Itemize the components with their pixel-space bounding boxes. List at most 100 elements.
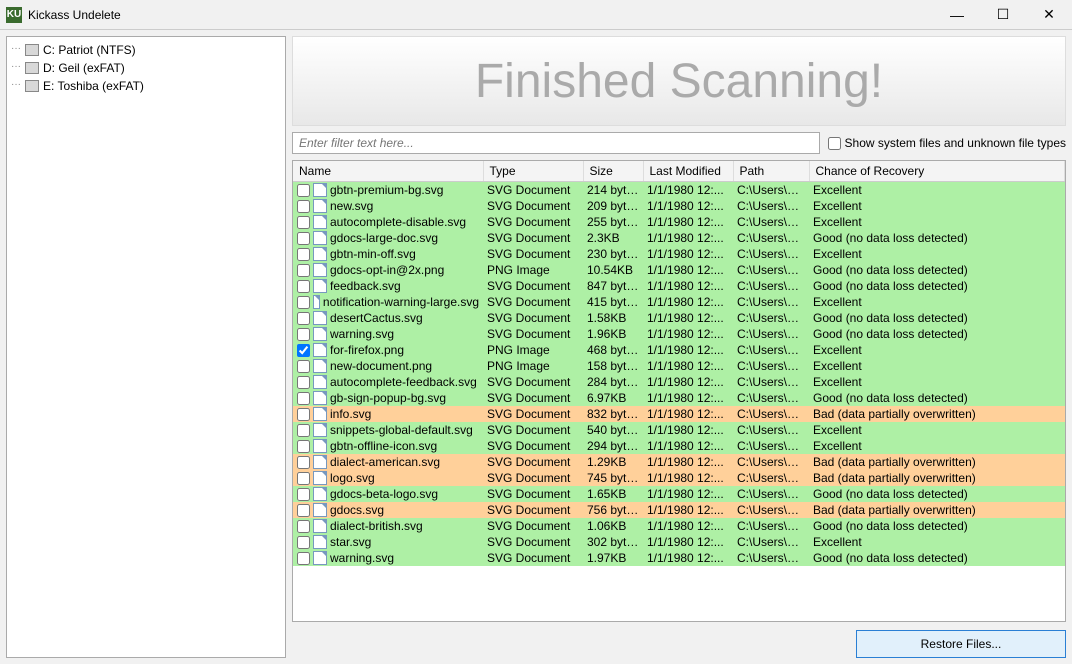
file-name: star.svg <box>330 535 371 549</box>
column-header-modified[interactable]: Last Modified <box>643 161 733 182</box>
filter-input[interactable] <box>292 132 820 154</box>
file-modified: 1/1/1980 12:... <box>643 550 733 566</box>
column-header-type[interactable]: Type <box>483 161 583 182</box>
file-recovery: Good (no data loss detected) <box>809 518 1065 534</box>
file-size: 415 bytes <box>583 294 643 310</box>
table-row[interactable]: gb-sign-popup-bg.svgSVG Document6.97KB1/… <box>293 390 1065 406</box>
table-row[interactable]: autocomplete-feedback.svgSVG Document284… <box>293 374 1065 390</box>
file-type: SVG Document <box>483 422 583 438</box>
row-checkbox[interactable] <box>297 264 310 277</box>
file-modified: 1/1/1980 12:... <box>643 182 733 199</box>
file-name: feedback.svg <box>330 279 401 293</box>
file-name: gbtn-min-off.svg <box>330 247 416 261</box>
table-row[interactable]: new.svgSVG Document209 bytes1/1/1980 12:… <box>293 198 1065 214</box>
show-system-files-option[interactable]: Show system files and unknown file types <box>828 136 1066 150</box>
column-header-path[interactable]: Path <box>733 161 809 182</box>
file-recovery: Good (no data loss detected) <box>809 310 1065 326</box>
file-name: gdocs-beta-logo.svg <box>330 487 438 501</box>
file-modified: 1/1/1980 12:... <box>643 230 733 246</box>
row-checkbox[interactable] <box>297 536 310 549</box>
row-checkbox[interactable] <box>297 520 310 533</box>
row-checkbox[interactable] <box>297 408 310 421</box>
file-recovery: Good (no data loss detected) <box>809 278 1065 294</box>
drive-item[interactable]: D: Geil (exFAT) <box>11 59 281 77</box>
table-row[interactable]: gbtn-offline-icon.svgSVG Document294 byt… <box>293 438 1065 454</box>
maximize-button[interactable]: ☐ <box>980 0 1026 29</box>
table-row[interactable]: warning.svgSVG Document1.97KB1/1/1980 12… <box>293 550 1065 566</box>
file-modified: 1/1/1980 12:... <box>643 294 733 310</box>
file-recovery: Excellent <box>809 246 1065 262</box>
row-checkbox[interactable] <box>297 456 310 469</box>
table-row[interactable]: autocomplete-disable.svgSVG Document255 … <box>293 214 1065 230</box>
row-checkbox[interactable] <box>297 328 310 341</box>
show-system-files-checkbox[interactable] <box>828 137 841 150</box>
file-size: 158 bytes <box>583 358 643 374</box>
file-type: SVG Document <box>483 390 583 406</box>
row-checkbox[interactable] <box>297 552 310 565</box>
file-modified: 1/1/1980 12:... <box>643 246 733 262</box>
column-header-recovery[interactable]: Chance of Recovery <box>809 161 1065 182</box>
table-row[interactable]: desertCactus.svgSVG Document1.58KB1/1/19… <box>293 310 1065 326</box>
table-row[interactable]: snippets-global-default.svgSVG Document5… <box>293 422 1065 438</box>
file-type: SVG Document <box>483 454 583 470</box>
banner-text: Finished Scanning! <box>475 54 883 109</box>
row-checkbox[interactable] <box>297 424 310 437</box>
table-row[interactable]: star.svgSVG Document302 bytes1/1/1980 12… <box>293 534 1065 550</box>
file-type: SVG Document <box>483 246 583 262</box>
table-row[interactable]: dialect-british.svgSVG Document1.06KB1/1… <box>293 518 1065 534</box>
table-row[interactable]: gbtn-premium-bg.svgSVG Document214 bytes… <box>293 182 1065 199</box>
minimize-button[interactable]: — <box>934 0 980 29</box>
row-checkbox[interactable] <box>297 200 310 213</box>
file-icon <box>313 535 327 549</box>
drive-item[interactable]: E: Toshiba (exFAT) <box>11 77 281 95</box>
restore-files-button[interactable]: Restore Files... <box>856 630 1066 658</box>
row-checkbox[interactable] <box>297 392 310 405</box>
row-checkbox[interactable] <box>297 504 310 517</box>
row-checkbox[interactable] <box>297 360 310 373</box>
file-type: SVG Document <box>483 486 583 502</box>
table-row[interactable]: notification-warning-large.svgSVG Docume… <box>293 294 1065 310</box>
table-row[interactable]: feedback.svgSVG Document847 bytes1/1/198… <box>293 278 1065 294</box>
table-row[interactable]: dialect-american.svgSVG Document1.29KB1/… <box>293 454 1065 470</box>
table-row[interactable]: gdocs.svgSVG Document756 bytes1/1/1980 1… <box>293 502 1065 518</box>
table-row[interactable]: warning.svgSVG Document1.96KB1/1/1980 12… <box>293 326 1065 342</box>
row-checkbox[interactable] <box>297 184 310 197</box>
file-table[interactable]: Name Type Size Last Modified Path Chance… <box>292 160 1066 622</box>
table-row[interactable]: gdocs-beta-logo.svgSVG Document1.65KB1/1… <box>293 486 1065 502</box>
row-checkbox[interactable] <box>297 232 310 245</box>
file-modified: 1/1/1980 12:... <box>643 438 733 454</box>
row-checkbox[interactable] <box>297 296 310 309</box>
table-row[interactable]: for-firefox.pngPNG Image468 bytes1/1/198… <box>293 342 1065 358</box>
file-recovery: Excellent <box>809 342 1065 358</box>
row-checkbox[interactable] <box>297 216 310 229</box>
file-modified: 1/1/1980 12:... <box>643 310 733 326</box>
file-type: SVG Document <box>483 550 583 566</box>
row-checkbox[interactable] <box>297 472 310 485</box>
file-icon <box>313 279 327 293</box>
column-header-size[interactable]: Size <box>583 161 643 182</box>
close-button[interactable]: ✕ <box>1026 0 1072 29</box>
file-name: warning.svg <box>330 551 394 565</box>
table-row[interactable]: gbtn-min-off.svgSVG Document230 bytes1/1… <box>293 246 1065 262</box>
column-header-name[interactable]: Name <box>293 161 483 182</box>
file-icon <box>313 375 327 389</box>
table-row[interactable]: logo.svgSVG Document745 bytes1/1/1980 12… <box>293 470 1065 486</box>
row-checkbox[interactable] <box>297 488 310 501</box>
table-row[interactable]: gdocs-large-doc.svgSVG Document2.3KB1/1/… <box>293 230 1065 246</box>
file-type: SVG Document <box>483 326 583 342</box>
table-row[interactable]: new-document.pngPNG Image158 bytes1/1/19… <box>293 358 1065 374</box>
row-checkbox[interactable] <box>297 312 310 325</box>
titlebar: KU Kickass Undelete — ☐ ✕ <box>0 0 1072 29</box>
file-path: C:\Users\M... <box>733 358 809 374</box>
drive-tree[interactable]: C: Patriot (NTFS)D: Geil (exFAT)E: Toshi… <box>6 36 286 658</box>
table-row[interactable]: gdocs-opt-in@2x.pngPNG Image10.54KB1/1/1… <box>293 262 1065 278</box>
row-checkbox[interactable] <box>297 376 310 389</box>
row-checkbox[interactable] <box>297 248 310 261</box>
file-path: C:\Users\M... <box>733 182 809 199</box>
row-checkbox[interactable] <box>297 344 310 357</box>
row-checkbox[interactable] <box>297 440 310 453</box>
file-path: C:\Users\M... <box>733 214 809 230</box>
table-row[interactable]: info.svgSVG Document832 bytes1/1/1980 12… <box>293 406 1065 422</box>
drive-item[interactable]: C: Patriot (NTFS) <box>11 41 281 59</box>
row-checkbox[interactable] <box>297 280 310 293</box>
